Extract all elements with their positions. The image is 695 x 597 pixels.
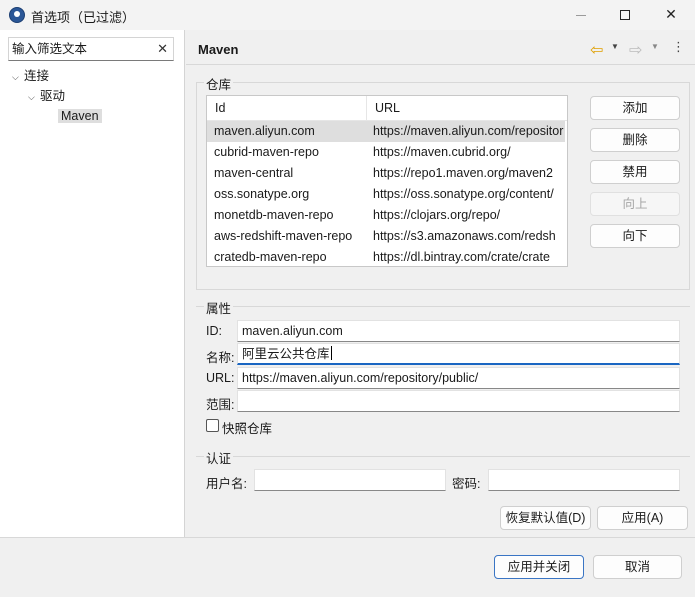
clear-filter-icon[interactable]: ✕ (157, 41, 168, 57)
username-label: 用户名: (206, 477, 247, 491)
url-value: https://maven.aliyun.com/repository/publ… (242, 371, 479, 385)
repo-url-cell: https://maven.aliyun.com/repositor (373, 124, 564, 138)
apply-button[interactable]: 应用(A) (597, 506, 688, 530)
column-header-id[interactable]: Id (207, 96, 367, 120)
window-title: 首选项（已过滤） (31, 10, 136, 25)
name-value: 阿里云公共仓库 (242, 347, 330, 361)
chevron-down-icon: ▼ (651, 42, 659, 51)
id-value: maven.aliyun.com (242, 324, 343, 338)
chevron-down-icon[interactable]: ▼ (611, 42, 619, 51)
repo-id-cell: cubrid-maven-repo (214, 145, 319, 159)
url-label: URL: (206, 371, 235, 385)
move-up-button[interactable]: 向上 (590, 192, 680, 216)
chevron-down-icon[interactable]: ⌵ (12, 68, 24, 86)
password-label: 密码: (452, 477, 481, 491)
table-row[interactable]: monetdb-maven-repo https://clojars.org/r… (207, 205, 565, 226)
close-button[interactable]: ✕ (648, 0, 694, 30)
repo-url-cell: https://maven.cubrid.org/ (373, 145, 511, 159)
title-bar: 首选项（已过滤） ✕ (0, 0, 695, 30)
app-icon (9, 7, 25, 23)
auth-group-label: 认证 (204, 448, 234, 467)
repo-id-cell: aws-redshift-maven-repo (214, 229, 353, 243)
name-label: 名称: (206, 351, 235, 365)
repositories-group-label: 仓库 (204, 74, 234, 93)
preferences-tree-pane: ✕ ⌵连接 ⌵驱动 Maven (0, 30, 185, 537)
repositories-table[interactable]: Id URL maven.aliyun.com https://maven.al… (206, 95, 568, 267)
minimize-icon (576, 14, 586, 16)
page-title: Maven (198, 42, 239, 57)
repo-url-cell: https://oss.sonatype.org/content/ (373, 187, 554, 201)
chevron-down-icon[interactable]: ⌵ (28, 88, 40, 106)
snapshot-checkbox[interactable] (206, 419, 219, 432)
disable-button[interactable]: 禁用 (590, 160, 680, 184)
apply-and-close-button[interactable]: 应用并关闭 (494, 555, 584, 579)
tree-item-maven[interactable]: Maven (58, 107, 102, 125)
repo-id-cell: maven-central (214, 166, 294, 180)
text-caret (330, 346, 332, 360)
divider (0, 537, 695, 538)
repo-id-cell: cratedb-maven-repo (214, 250, 327, 264)
tree-item-label: 驱动 (40, 89, 66, 103)
table-row[interactable]: oss.sonatype.org https://oss.sonatype.or… (207, 184, 565, 205)
password-field[interactable] (488, 469, 680, 491)
table-row[interactable]: maven-central https://repo1.maven.org/ma… (207, 163, 565, 184)
snapshot-label[interactable]: 快照仓库 (222, 418, 272, 437)
repo-id-cell: oss.sonatype.org (214, 187, 310, 201)
table-row[interactable]: maven.aliyun.com https://maven.aliyun.co… (207, 121, 565, 142)
repo-url-cell: https://repo1.maven.org/maven2 (373, 166, 553, 180)
add-button[interactable]: 添加 (590, 96, 680, 120)
repo-id-cell: monetdb-maven-repo (214, 208, 334, 222)
username-field[interactable] (254, 469, 446, 491)
maximize-icon (620, 10, 630, 20)
delete-button[interactable]: 删除 (590, 128, 680, 152)
filter-field[interactable]: ✕ (8, 37, 174, 61)
cancel-button[interactable]: 取消 (593, 555, 682, 579)
name-field[interactable]: 阿里云公共仓库 (237, 343, 680, 365)
minimize-button[interactable] (558, 0, 604, 30)
id-label: ID: (206, 324, 222, 338)
close-icon: ✕ (665, 7, 677, 23)
url-field[interactable]: https://maven.aliyun.com/repository/publ… (237, 367, 680, 389)
divider (186, 64, 695, 65)
maven-settings-page: Maven ⇦ ▼ ⇨ ▼ ⋮ 仓库 Id URL maven.aliyun.c… (186, 30, 695, 537)
restore-defaults-button[interactable]: 恢复默认值(D) (500, 506, 591, 530)
table-row[interactable]: cubrid-maven-repo https://maven.cubrid.o… (207, 142, 565, 163)
repo-url-cell: https://s3.amazonaws.com/redsh (373, 229, 556, 243)
repo-id-cell: maven.aliyun.com (214, 124, 315, 138)
tree-item-label: Maven (58, 109, 102, 123)
more-menu-icon[interactable]: ⋮ (672, 39, 685, 55)
forward-arrow-icon: ⇨ (629, 40, 643, 59)
tree-item-drivers[interactable]: ⌵ 驱动 (28, 87, 65, 105)
tree-item-label: 连接 (24, 69, 50, 83)
tree-item-connections[interactable]: ⌵ 连接 (12, 67, 49, 85)
move-down-button[interactable]: 向下 (590, 224, 680, 248)
scope-label: 范围: (206, 398, 235, 412)
maximize-button[interactable] (602, 0, 648, 30)
repo-url-cell: https://dl.bintray.com/crate/crate (373, 250, 550, 264)
table-row[interactable]: aws-redshift-maven-repo https://s3.amazo… (207, 226, 565, 247)
properties-group-label: 属性 (204, 298, 234, 317)
table-row[interactable]: cratedb-maven-repo https://dl.bintray.co… (207, 247, 565, 266)
id-field[interactable]: maven.aliyun.com (237, 320, 680, 342)
column-header-url[interactable]: URL (367, 96, 567, 120)
scope-field[interactable] (237, 390, 680, 412)
filter-input[interactable] (12, 41, 152, 57)
back-arrow-icon[interactable]: ⇦ (590, 40, 603, 59)
repo-url-cell: https://clojars.org/repo/ (373, 208, 501, 222)
